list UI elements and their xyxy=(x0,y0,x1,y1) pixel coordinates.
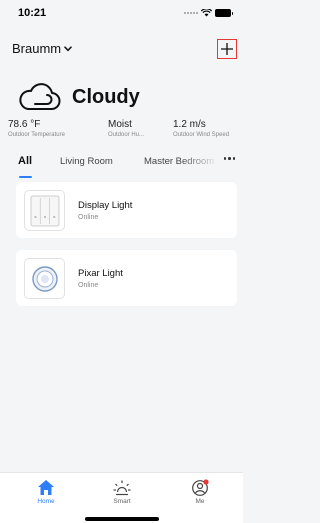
bottom-nav: Home Smart Me xyxy=(0,472,243,523)
header: Braumm xyxy=(0,36,243,62)
add-device-button[interactable] xyxy=(217,39,237,59)
status-bar: 10:21 xyxy=(0,0,243,30)
device-status: Online xyxy=(78,282,99,289)
room-tabs: All Living Room Master Bedroom xyxy=(0,153,243,179)
humidity-stat: Moist Outdoor Hu... xyxy=(108,119,144,138)
nav-label: Smart xyxy=(113,498,131,505)
wifi-icon xyxy=(201,9,212,17)
tab-all[interactable]: All xyxy=(18,155,32,167)
device-card[interactable]: Display Light Online xyxy=(16,182,237,238)
user-icon xyxy=(192,479,209,496)
active-tab-indicator xyxy=(19,176,32,178)
nav-smart[interactable]: Smart xyxy=(102,479,142,505)
status-time: 10:21 xyxy=(18,7,47,19)
tab-living-room[interactable]: Living Room xyxy=(60,156,113,167)
stat-label: Outdoor Temperature xyxy=(8,132,65,138)
stat-value: 78.6 °F xyxy=(8,119,41,130)
home-name: Braumm xyxy=(12,41,62,56)
home-selector[interactable]: Braumm xyxy=(12,41,72,56)
plus-icon xyxy=(221,43,233,55)
device-name: Pixar Light xyxy=(78,268,123,279)
nav-label: Home xyxy=(37,498,55,505)
nav-label: Me xyxy=(195,498,205,505)
device-status: Online xyxy=(78,214,99,221)
home-indicator xyxy=(85,517,159,521)
home-icon xyxy=(38,480,54,495)
device-name: Display Light xyxy=(78,200,133,211)
stat-value: Moist xyxy=(108,119,132,130)
battery-icon xyxy=(215,9,233,17)
round-light-icon xyxy=(24,258,65,299)
nav-me[interactable]: Me xyxy=(180,479,220,505)
cloud-icon xyxy=(19,83,61,110)
notification-badge xyxy=(203,479,209,485)
tab-fade xyxy=(180,153,220,175)
sun-icon xyxy=(113,480,131,496)
status-indicators xyxy=(184,9,233,17)
device-card[interactable]: Pixar Light Online xyxy=(16,250,237,306)
wall-switch-icon xyxy=(24,190,65,231)
nav-home[interactable]: Home xyxy=(26,479,66,505)
stat-label: Outdoor Hu... xyxy=(108,132,145,138)
temperature-stat: 78.6 °F Outdoor Temperature xyxy=(8,119,65,138)
app-screen: 10:21 Braumm Cloudy 78.6 °F Outdoor Temp… xyxy=(0,0,243,523)
signal-icon xyxy=(184,12,198,14)
chevron-down-icon xyxy=(64,45,72,51)
stat-value: 1.2 m/s xyxy=(173,119,206,130)
weather-condition: Cloudy xyxy=(72,86,140,108)
wind-speed-stat: 1.2 m/s Outdoor Wind Speed xyxy=(173,119,229,138)
more-icon[interactable] xyxy=(223,157,235,160)
stat-label: Outdoor Wind Speed xyxy=(173,132,230,138)
